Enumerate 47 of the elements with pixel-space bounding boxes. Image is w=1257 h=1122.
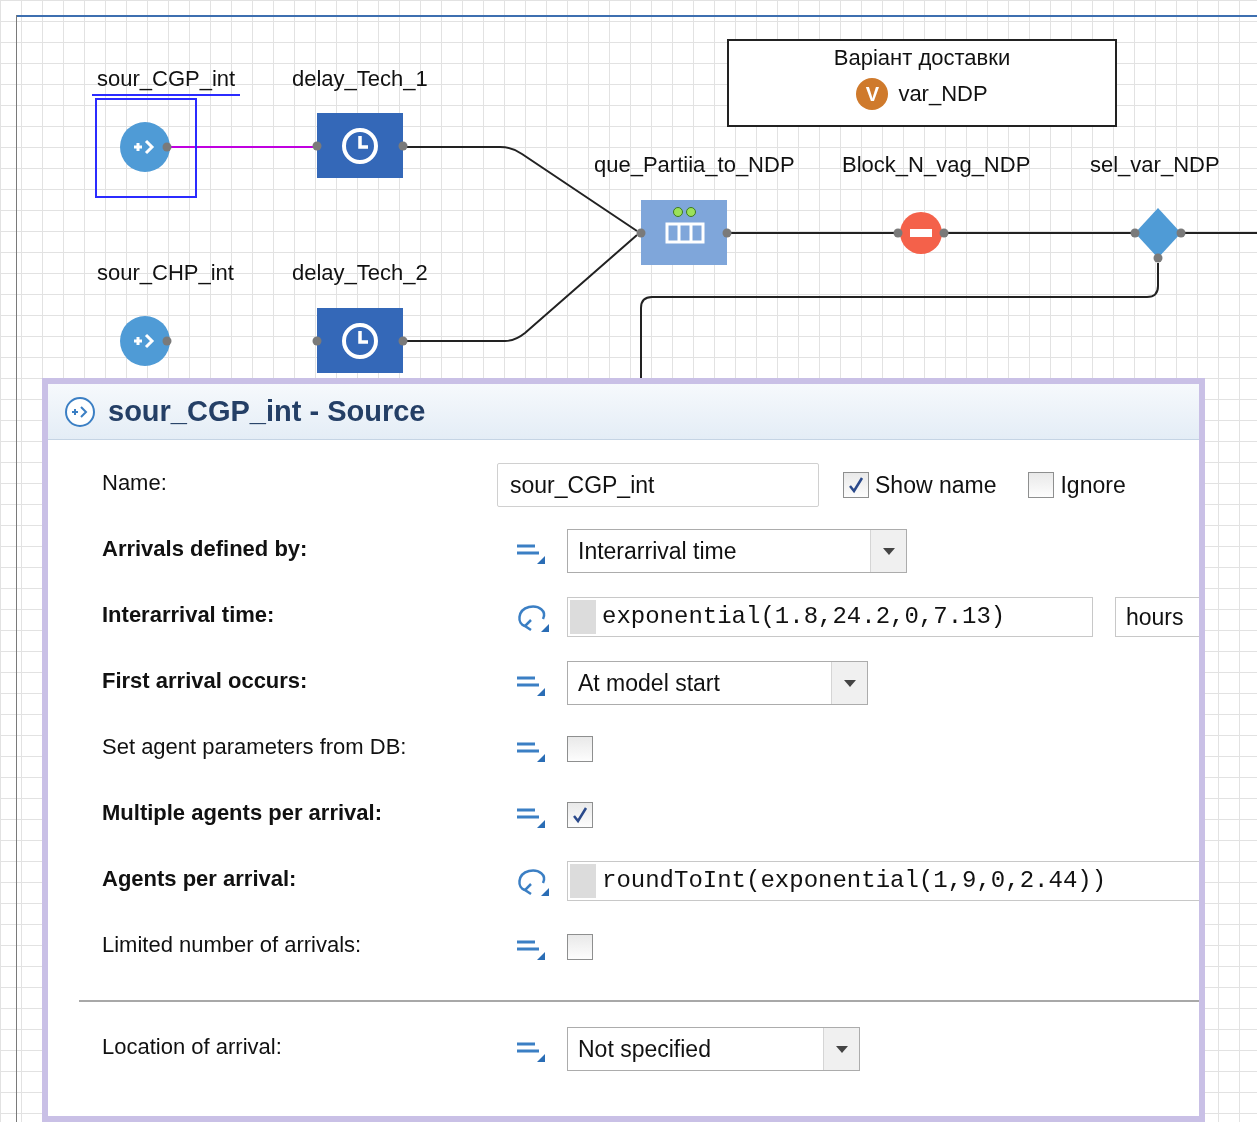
checkmark-icon bbox=[847, 476, 865, 494]
block-label: sour_CGP_int bbox=[92, 64, 241, 96]
field-label: Arrivals defined by: bbox=[102, 535, 308, 561]
checkbox-label: Show name bbox=[875, 470, 997, 500]
checkbox[interactable] bbox=[567, 802, 593, 828]
block-label: sour_CHP_int bbox=[96, 259, 235, 287]
delay-block-icon[interactable] bbox=[311, 113, 409, 178]
block-label: delay_Tech_2 bbox=[291, 259, 429, 287]
source-icon bbox=[64, 395, 96, 428]
block-label: sel_var_NDP bbox=[1089, 151, 1221, 179]
code-field[interactable]: exponential(1.8,24.2,0,7.13) bbox=[567, 597, 1093, 637]
dropdown[interactable]: Not specified bbox=[567, 1027, 860, 1071]
field-label: Location of arrival: bbox=[102, 1033, 282, 1059]
checkbox-label: Ignore bbox=[1060, 470, 1126, 500]
caret-icon bbox=[882, 547, 895, 555]
field-label: Set agent parameters from DB: bbox=[102, 733, 407, 759]
caret-icon bbox=[843, 679, 856, 687]
checkbox[interactable] bbox=[1028, 472, 1055, 498]
field-label: Agents per arrival: bbox=[102, 865, 297, 891]
block-label: que_Partiia_to_NDP bbox=[593, 151, 796, 179]
dropdown[interactable]: Interarrival time bbox=[567, 529, 907, 573]
dropdown[interactable]: At model start bbox=[567, 661, 868, 705]
queue-block-icon[interactable] bbox=[635, 200, 733, 265]
unit-field[interactable]: hours bbox=[1115, 597, 1199, 637]
variable-icon: V bbox=[856, 77, 889, 110]
dynamic-value-icon[interactable] bbox=[515, 866, 549, 896]
code-field[interactable]: roundToInt(exponential(1,9,0,2.44)) bbox=[567, 861, 1199, 901]
name-field[interactable]: sour_CGP_int bbox=[497, 463, 819, 507]
dynamic-value-icon[interactable] bbox=[515, 602, 549, 632]
variable-name[interactable]: var_NDP bbox=[898, 77, 988, 110]
checkmark-icon bbox=[571, 806, 589, 824]
field-label: Interarrival time: bbox=[102, 601, 275, 627]
box-title: Варіант доставки bbox=[833, 44, 1011, 72]
block-label: Block_N_vag_NDP bbox=[841, 151, 1032, 179]
hold-block-icon[interactable] bbox=[893, 211, 949, 255]
panel-title: sour_CGP_int - Source bbox=[108, 393, 426, 429]
checkbox[interactable] bbox=[567, 736, 593, 762]
caret-icon bbox=[835, 1045, 848, 1053]
delay-block-icon[interactable] bbox=[311, 308, 409, 373]
checkbox[interactable] bbox=[843, 472, 869, 498]
field-label: Limited number of arrivals: bbox=[102, 931, 362, 957]
checkbox[interactable] bbox=[567, 934, 593, 960]
field-label: First arrival occurs: bbox=[102, 667, 308, 693]
block-label: delay_Tech_1 bbox=[291, 65, 429, 93]
field-label: Name: bbox=[102, 469, 167, 495]
field-label: Multiple agents per arrival: bbox=[102, 799, 382, 825]
select-block-icon[interactable] bbox=[1130, 206, 1186, 264]
